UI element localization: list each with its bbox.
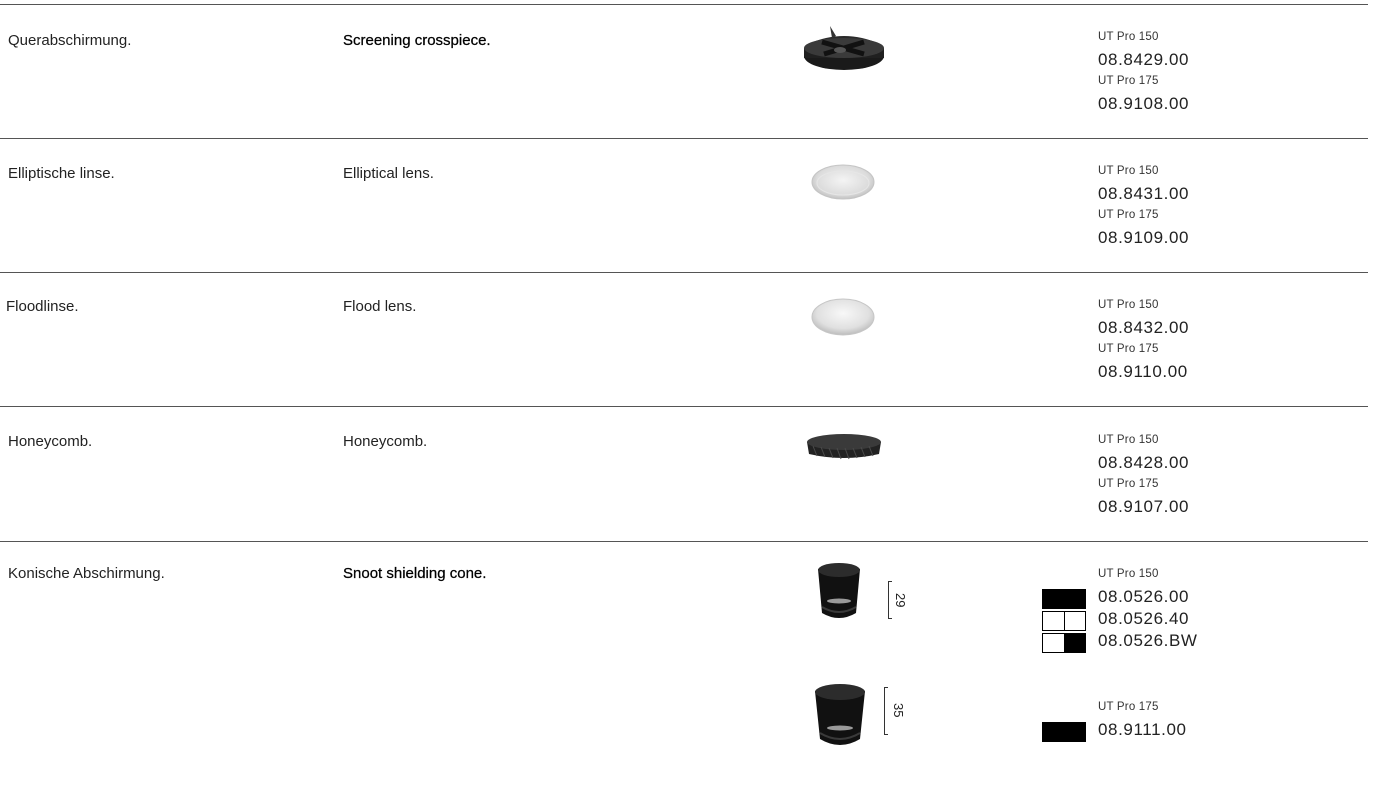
dimension-tick bbox=[884, 687, 888, 688]
swatch-half-white bbox=[1064, 612, 1085, 630]
dimension-tick bbox=[888, 581, 892, 582]
model-label: UT Pro 150 bbox=[1098, 165, 1159, 177]
dimension-tick bbox=[888, 618, 892, 619]
article-number: 08.9111.00 bbox=[1098, 720, 1187, 739]
model-label: UT Pro 175 bbox=[1098, 701, 1159, 713]
dimension-value: 35 bbox=[891, 703, 906, 718]
accessory-row-elliptical-lens: Elliptische linse. Elliptical lens. UT P… bbox=[0, 138, 1368, 272]
flood-lens-icon bbox=[811, 298, 875, 336]
article-number: 08.0526.00 bbox=[1098, 587, 1190, 606]
german-label: Querabschirmung. bbox=[8, 32, 132, 49]
snoot-cone-icon bbox=[815, 684, 865, 745]
english-label: Screening crosspiece. bbox=[343, 32, 491, 49]
accessory-row-snoot: Konische Abschirmung. Snoot shielding co… bbox=[0, 541, 1368, 785]
color-swatch-black bbox=[1042, 722, 1086, 742]
article-number: 08.8429.00 bbox=[1098, 50, 1190, 69]
accessory-row-crosspiece: Querabschirmung. Screening crosspiece. U… bbox=[0, 0, 1368, 138]
color-swatch-white-black bbox=[1042, 633, 1086, 653]
german-label: Honeycomb. bbox=[8, 433, 93, 450]
snoot-cone-icon bbox=[818, 563, 860, 618]
model-label: UT Pro 150 bbox=[1098, 31, 1159, 43]
article-number: 08.9109.00 bbox=[1098, 228, 1190, 247]
accessories-table: Querabschirmung. Screening crosspiece. U… bbox=[0, 0, 1374, 785]
dimension-line bbox=[888, 581, 889, 619]
german-label: Elliptische linse. bbox=[8, 165, 115, 182]
english-label: Honeycomb. bbox=[343, 433, 428, 450]
dimension-large: 35 bbox=[884, 687, 906, 735]
model-label: UT Pro 150 bbox=[1098, 568, 1159, 580]
english-label: Elliptical lens. bbox=[343, 165, 434, 182]
article-number: 08.9107.00 bbox=[1098, 497, 1190, 516]
german-label: Floodlinse. bbox=[6, 298, 79, 315]
article-number: 08.8432.00 bbox=[1098, 318, 1190, 337]
color-swatch-black bbox=[1042, 589, 1086, 609]
model-label: UT Pro 175 bbox=[1098, 478, 1159, 490]
dimension-value: 29 bbox=[893, 593, 908, 608]
honeycomb-icon bbox=[807, 434, 881, 460]
swatch-half-black bbox=[1064, 634, 1085, 652]
article-number: 08.9108.00 bbox=[1098, 94, 1190, 113]
article-number: 08.0526.BW bbox=[1098, 631, 1198, 650]
model-label: UT Pro 175 bbox=[1098, 75, 1159, 87]
model-label: UT Pro 175 bbox=[1098, 209, 1159, 221]
model-label: UT Pro 150 bbox=[1098, 299, 1159, 311]
swatch-half-white bbox=[1043, 612, 1065, 630]
accessory-row-honeycomb: Honeycomb. Honeycomb. UT Pro 150 08.8428… bbox=[0, 406, 1368, 541]
model-label: UT Pro 150 bbox=[1098, 434, 1159, 446]
color-swatch-white bbox=[1042, 611, 1086, 631]
article-number: 08.8428.00 bbox=[1098, 453, 1190, 472]
article-number: 08.8431.00 bbox=[1098, 184, 1190, 203]
dimension-tick bbox=[884, 734, 888, 735]
german-label: Konische Abschirmung. bbox=[8, 565, 165, 582]
dimension-small: 29 bbox=[888, 581, 908, 619]
article-number: 08.0526.40 bbox=[1098, 609, 1190, 628]
swatch-half-white bbox=[1043, 634, 1065, 652]
model-label: UT Pro 175 bbox=[1098, 343, 1159, 355]
dimension-line bbox=[884, 687, 885, 735]
accessory-row-flood-lens: Floodlinse. Flood lens. UT Pro 150 08.84… bbox=[0, 272, 1368, 406]
article-number: 08.9110.00 bbox=[1098, 362, 1188, 381]
english-label: Flood lens. bbox=[343, 298, 417, 315]
english-label: Snoot shielding cone. bbox=[343, 565, 487, 582]
elliptical-lens-icon bbox=[811, 164, 875, 200]
crosspiece-icon bbox=[804, 26, 884, 70]
